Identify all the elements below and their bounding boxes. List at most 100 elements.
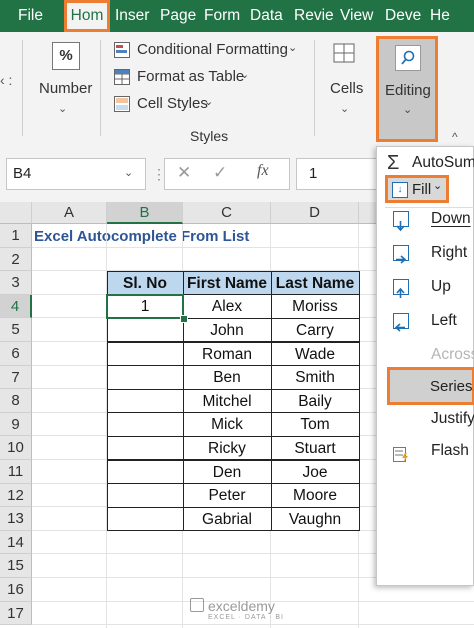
select-all-corner[interactable] — [0, 202, 32, 224]
ribbon: ‹ : % Number ⌄ Conditional Formatting ⌄ … — [0, 32, 474, 149]
active-cell-selection[interactable] — [106, 293, 184, 320]
tab-file[interactable]: File — [18, 0, 43, 32]
row-header[interactable]: 7 — [0, 365, 32, 390]
sheet-title: Excel Autocomplete From List — [34, 228, 250, 245]
table-cell[interactable]: Mick — [182, 412, 272, 437]
enter-check-icon[interactable]: ✓ — [213, 163, 227, 183]
row-header[interactable]: 9 — [0, 412, 32, 437]
menu-item-down[interactable]: Down — [377, 203, 474, 235]
table-header-cell[interactable]: Last Name — [270, 270, 360, 296]
chevron-down-icon[interactable]: ⌄ — [340, 102, 349, 115]
menu-item-justify[interactable]: Justify — [377, 403, 474, 435]
chevron-down-icon[interactable]: ⌄ — [204, 95, 213, 108]
menu-item-left[interactable]: Left — [377, 305, 474, 337]
row-header[interactable]: 5 — [0, 318, 32, 342]
menu-item-flash-fill[interactable]: Flash F — [377, 435, 474, 467]
tab-page-layout[interactable]: Page — [160, 0, 196, 32]
row-header[interactable]: 10 — [0, 436, 32, 460]
column-header-c[interactable]: C — [183, 202, 271, 224]
table-header-cell[interactable]: Sl. No — [106, 270, 184, 296]
row-header[interactable]: 3 — [0, 271, 32, 295]
table-cell[interactable]: Baily — [270, 388, 360, 414]
table-cell[interactable] — [106, 459, 184, 485]
column-header-d[interactable]: D — [271, 202, 359, 224]
table-cell[interactable]: Joe — [270, 459, 360, 485]
table-cell[interactable] — [106, 483, 184, 508]
menu-item-fill[interactable]: ↓ Fill ⌄ — [385, 175, 449, 203]
row-header[interactable]: 15 — [0, 554, 32, 578]
format-as-table-button[interactable]: Format as Table — [137, 68, 244, 85]
table-cell[interactable]: Vaughn — [270, 506, 360, 532]
table-cell[interactable]: Stuart — [270, 435, 360, 461]
number-button-label[interactable]: Number — [39, 80, 92, 97]
cell-styles-button[interactable]: Cell Styles — [137, 95, 208, 112]
table-cell[interactable]: Carry — [270, 317, 360, 343]
tab-review[interactable]: Revie — [294, 0, 334, 32]
chevron-down-icon[interactable]: ⌄ — [288, 41, 297, 54]
table-header-cell[interactable]: First Name — [182, 270, 272, 296]
row-header[interactable]: 4 — [0, 294, 32, 319]
tab-data[interactable]: Data — [250, 0, 283, 32]
tab-view[interactable]: View — [340, 0, 373, 32]
chevron-down-icon[interactable]: ⌄ — [58, 102, 67, 115]
cancel-icon[interactable]: ✕ — [177, 163, 191, 183]
cells-icon — [332, 40, 358, 66]
fill-handle[interactable] — [180, 315, 188, 324]
cells-button-label[interactable]: Cells — [330, 80, 363, 97]
column-header-a[interactable]: A — [32, 202, 107, 224]
tab-home[interactable]: Hom — [64, 0, 110, 32]
watermark-text: exceldemy — [208, 598, 275, 614]
tab-formulas[interactable]: Form — [204, 0, 240, 32]
flash-fill-icon — [393, 443, 409, 463]
table-cell[interactable]: Mitchel — [182, 388, 272, 414]
table-cell[interactable]: Moore — [270, 483, 360, 508]
column-header-b[interactable]: B — [107, 202, 183, 224]
tab-help[interactable]: He — [430, 0, 450, 32]
cell-styles-icon — [114, 96, 130, 112]
insert-function-icon[interactable]: fx — [257, 162, 269, 180]
table-cell[interactable] — [106, 435, 184, 461]
row-header[interactable]: 1 — [0, 224, 32, 248]
conditional-formatting-button[interactable]: Conditional Formatting — [137, 41, 288, 58]
collapse-ribbon-icon[interactable]: ^ — [452, 130, 458, 144]
table-cell[interactable]: Den — [182, 459, 272, 485]
table-cell[interactable] — [106, 388, 184, 414]
table-cell[interactable] — [106, 341, 184, 367]
table-cell[interactable] — [106, 317, 184, 343]
row-header[interactable]: 16 — [0, 578, 32, 602]
row-header[interactable]: 6 — [0, 342, 32, 366]
table-cell[interactable] — [106, 365, 184, 390]
row-header[interactable]: 14 — [0, 530, 32, 555]
row-header[interactable]: 13 — [0, 507, 32, 531]
table-cell[interactable]: Gabrial — [182, 506, 272, 532]
ribbon-scroll-left-icon[interactable]: ‹ : — [0, 72, 22, 102]
search-icon — [395, 45, 421, 71]
chevron-down-icon[interactable]: ⌄ — [124, 166, 133, 179]
table-cell[interactable]: Smith — [270, 365, 360, 390]
table-cell[interactable]: John — [182, 317, 272, 343]
menu-item-series[interactable]: Series. — [387, 367, 474, 405]
table-cell[interactable]: Alex — [182, 294, 272, 319]
row-header[interactable]: 2 — [0, 247, 32, 272]
table-cell[interactable]: Peter — [182, 483, 272, 508]
tab-developer[interactable]: Deve — [385, 0, 421, 32]
table-cell[interactable]: Roman — [182, 341, 272, 367]
editing-button[interactable]: Editing ⌄ — [376, 36, 438, 142]
table-cell[interactable]: Moriss — [270, 294, 360, 319]
table-cell[interactable]: Ricky — [182, 435, 272, 461]
table-cell[interactable] — [106, 412, 184, 437]
table-cell[interactable]: Wade — [270, 341, 360, 367]
row-header[interactable]: 8 — [0, 389, 32, 413]
menu-item-right[interactable]: Right — [377, 237, 474, 269]
formula-input[interactable]: 1 — [296, 158, 380, 190]
table-cell[interactable]: Ben — [182, 365, 272, 390]
chevron-down-icon[interactable]: ⌄ — [240, 68, 249, 81]
down-label: Down — [431, 210, 471, 227]
menu-item-up[interactable]: Up — [377, 271, 474, 303]
row-header[interactable]: 17 — [0, 601, 32, 626]
table-cell[interactable]: Tom — [270, 412, 360, 437]
table-cell[interactable] — [106, 506, 184, 532]
row-header[interactable]: 11 — [0, 460, 32, 484]
row-header[interactable]: 12 — [0, 483, 32, 508]
tab-insert[interactable]: Inser — [115, 0, 149, 32]
